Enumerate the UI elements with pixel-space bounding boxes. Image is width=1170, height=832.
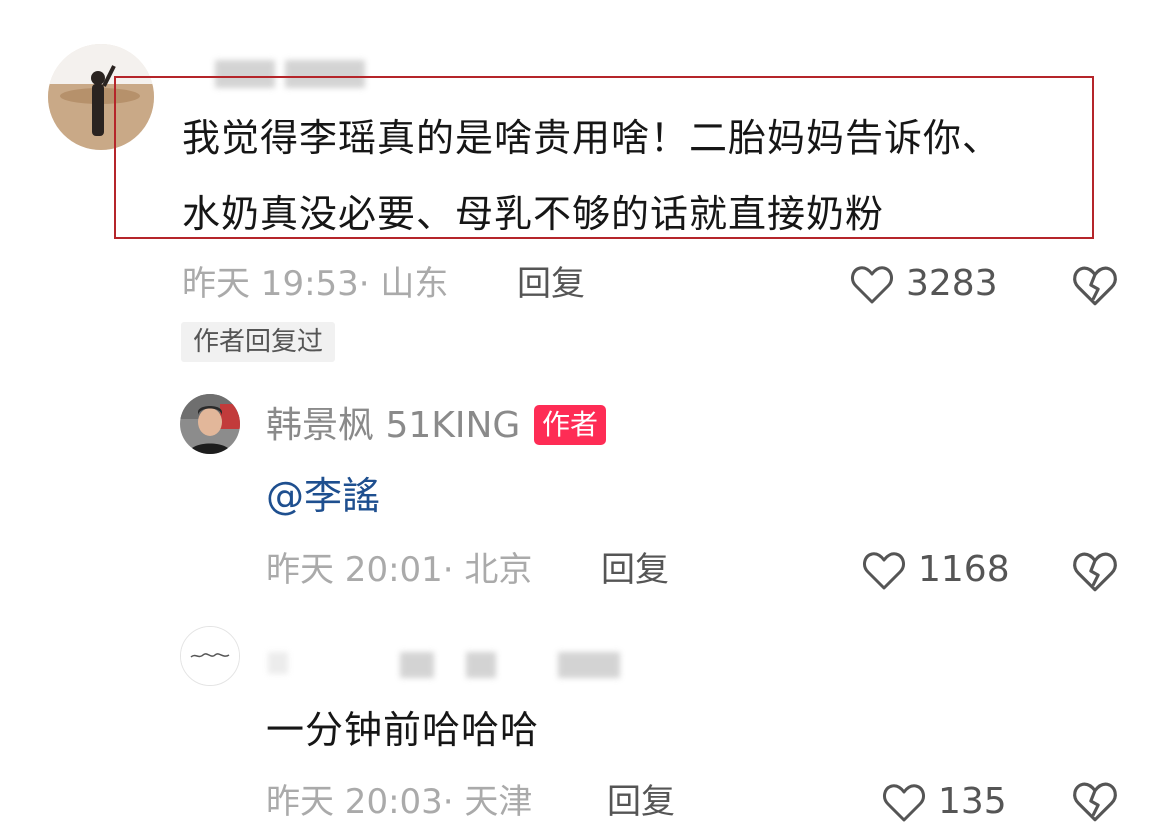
author-badge: 作者 (534, 405, 607, 445)
like-count: 1168 (918, 549, 1010, 590)
broken-heart-icon (1070, 546, 1120, 600)
username-redacted (466, 652, 496, 678)
comment-timestamp-location: 昨天 20:01· 北京 (266, 550, 533, 590)
like-count: 135 (938, 781, 1007, 822)
username-redacted (268, 652, 288, 674)
dislike-button[interactable] (1070, 776, 1120, 826)
comment-timestamp-location: 昨天 20:03· 天津 (266, 782, 533, 822)
like-button[interactable]: 1168 (860, 546, 1010, 594)
username[interactable]: 韩景枫 51KING (266, 406, 520, 446)
heart-outline-icon (860, 546, 908, 594)
reply-button[interactable]: 回复 (601, 550, 669, 590)
comment-text-line1: 我觉得李瑶真的是啥贵用啥！二胎妈妈告诉你、 (182, 116, 1002, 160)
broken-heart-icon (1070, 260, 1120, 314)
comment-timestamp-location: 昨天 19:53· 山东 (182, 264, 449, 304)
reply-button[interactable]: 回复 (607, 782, 675, 822)
heart-outline-icon (880, 778, 928, 826)
reply-button[interactable]: 回复 (517, 264, 585, 304)
username-redacted (558, 652, 620, 678)
username-redacted (400, 652, 434, 678)
heart-outline-icon (848, 260, 896, 308)
like-count: 3283 (906, 263, 998, 304)
dislike-button[interactable] (1070, 546, 1120, 596)
like-button[interactable]: 135 (880, 778, 1007, 826)
mention-link[interactable]: @李謠 (266, 474, 380, 518)
broken-heart-icon (1070, 776, 1120, 830)
dislike-button[interactable] (1070, 260, 1120, 310)
like-button[interactable]: 3283 (848, 260, 998, 308)
author-replied-tag: 作者回复过 (181, 322, 336, 362)
avatar[interactable] (180, 626, 240, 686)
avatar[interactable] (180, 394, 240, 454)
comment-text-line2: 水奶真没必要、母乳不够的话就直接奶粉 (182, 192, 885, 236)
comment-text: 一分钟前哈哈哈 (266, 708, 540, 752)
